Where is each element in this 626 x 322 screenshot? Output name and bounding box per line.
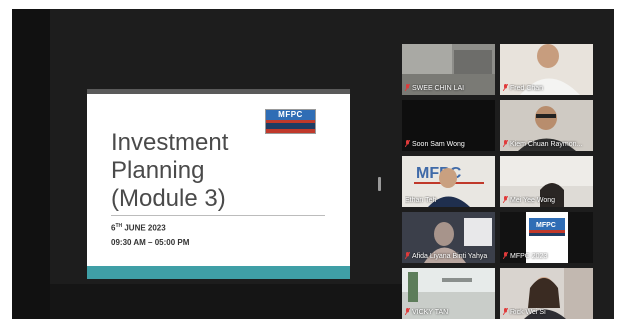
participant-tile[interactable]: MFPC MFPC 2023 bbox=[500, 212, 593, 263]
participant-gallery: SWEE CHIN LAI Fred Chan Soon Sam Wong Ki… bbox=[402, 44, 595, 319]
slide-title-line-2: Planning bbox=[111, 157, 205, 184]
slide-title-line-1: Investment bbox=[111, 129, 229, 156]
participant-name-text: Afida Liyana Binti Yahya bbox=[412, 253, 488, 260]
participant-tile[interactable]: Soon Sam Wong bbox=[402, 100, 495, 151]
participant-name: MFPC 2023 bbox=[503, 252, 549, 261]
left-dark-edge bbox=[12, 9, 50, 319]
mic-muted-icon bbox=[405, 84, 410, 91]
mic-muted-icon bbox=[405, 308, 410, 315]
participant-name-text: Mei Yee Wong bbox=[510, 197, 556, 204]
shared-screen: MFPC Investment Planning (Module 3) 6TH … bbox=[87, 89, 350, 279]
participant-name: Fred Chan bbox=[503, 84, 545, 93]
participant-name: Mei Yee Wong bbox=[503, 196, 557, 205]
logo-text: MFPC bbox=[266, 110, 315, 120]
participant-tile-active-speaker[interactable]: MFPC Ethan Teh bbox=[402, 156, 495, 207]
participant-tile[interactable]: Kiem Chuan Raymon... bbox=[500, 100, 593, 151]
slide-title-line-3: (Module 3) bbox=[111, 185, 226, 212]
view-splitter-handle[interactable] bbox=[378, 177, 381, 191]
zoom-meeting-window: MFPC Investment Planning (Module 3) 6TH … bbox=[12, 9, 614, 319]
participant-name: SWEE CHIN LAI bbox=[405, 84, 466, 93]
participant-tile[interactable]: VICKY TAN bbox=[402, 268, 495, 319]
participant-tile[interactable]: Rick Wei Si bbox=[500, 268, 593, 319]
participant-name: Afida Liyana Binti Yahya bbox=[405, 252, 489, 261]
mic-muted-icon bbox=[503, 252, 508, 259]
date-rest: JUNE 2023 bbox=[122, 223, 166, 233]
participant-tile[interactable]: Mei Yee Wong bbox=[500, 156, 593, 207]
participant-name-text: Rick Wei Si bbox=[510, 309, 546, 316]
participant-name-text: Kiem Chuan Raymon... bbox=[510, 141, 583, 148]
svg-text:MFPC: MFPC bbox=[536, 222, 556, 229]
participant-tile[interactable]: Afida Liyana Binti Yahya bbox=[402, 212, 495, 263]
slide-divider bbox=[111, 215, 325, 216]
participant-name: Ethan Teh bbox=[405, 196, 438, 205]
participant-name: Kiem Chuan Raymon... bbox=[503, 140, 584, 149]
bottom-dark-band bbox=[50, 284, 412, 319]
slide-time: 09:30 AM – 05:00 PM bbox=[111, 238, 190, 247]
mic-muted-icon bbox=[405, 252, 410, 259]
participant-name-text: Ethan Teh bbox=[405, 197, 437, 204]
mic-muted-icon bbox=[503, 196, 508, 203]
participant-name-text: VICKY TAN bbox=[412, 309, 449, 316]
participant-name: Rick Wei Si bbox=[503, 308, 548, 317]
participant-name: Soon Sam Wong bbox=[405, 140, 467, 149]
participant-name: VICKY TAN bbox=[405, 308, 450, 317]
participant-name-text: Soon Sam Wong bbox=[412, 141, 465, 148]
slide-bottom-bar bbox=[87, 266, 350, 279]
slide-top-bar bbox=[87, 89, 350, 94]
mic-muted-icon bbox=[503, 140, 508, 147]
participant-tile[interactable]: SWEE CHIN LAI bbox=[402, 44, 495, 95]
participant-name-text: SWEE CHIN LAI bbox=[412, 85, 465, 92]
participant-name-text: MFPC 2023 bbox=[510, 253, 548, 260]
mic-muted-icon bbox=[405, 140, 410, 147]
mic-muted-icon bbox=[503, 308, 508, 315]
mic-muted-icon bbox=[503, 84, 508, 91]
participant-name-text: Fred Chan bbox=[510, 85, 544, 92]
participant-tile[interactable]: Fred Chan bbox=[500, 44, 593, 95]
slide-date: 6TH JUNE 2023 bbox=[111, 223, 166, 233]
slide-title: Investment Planning (Module 3) bbox=[111, 129, 331, 213]
